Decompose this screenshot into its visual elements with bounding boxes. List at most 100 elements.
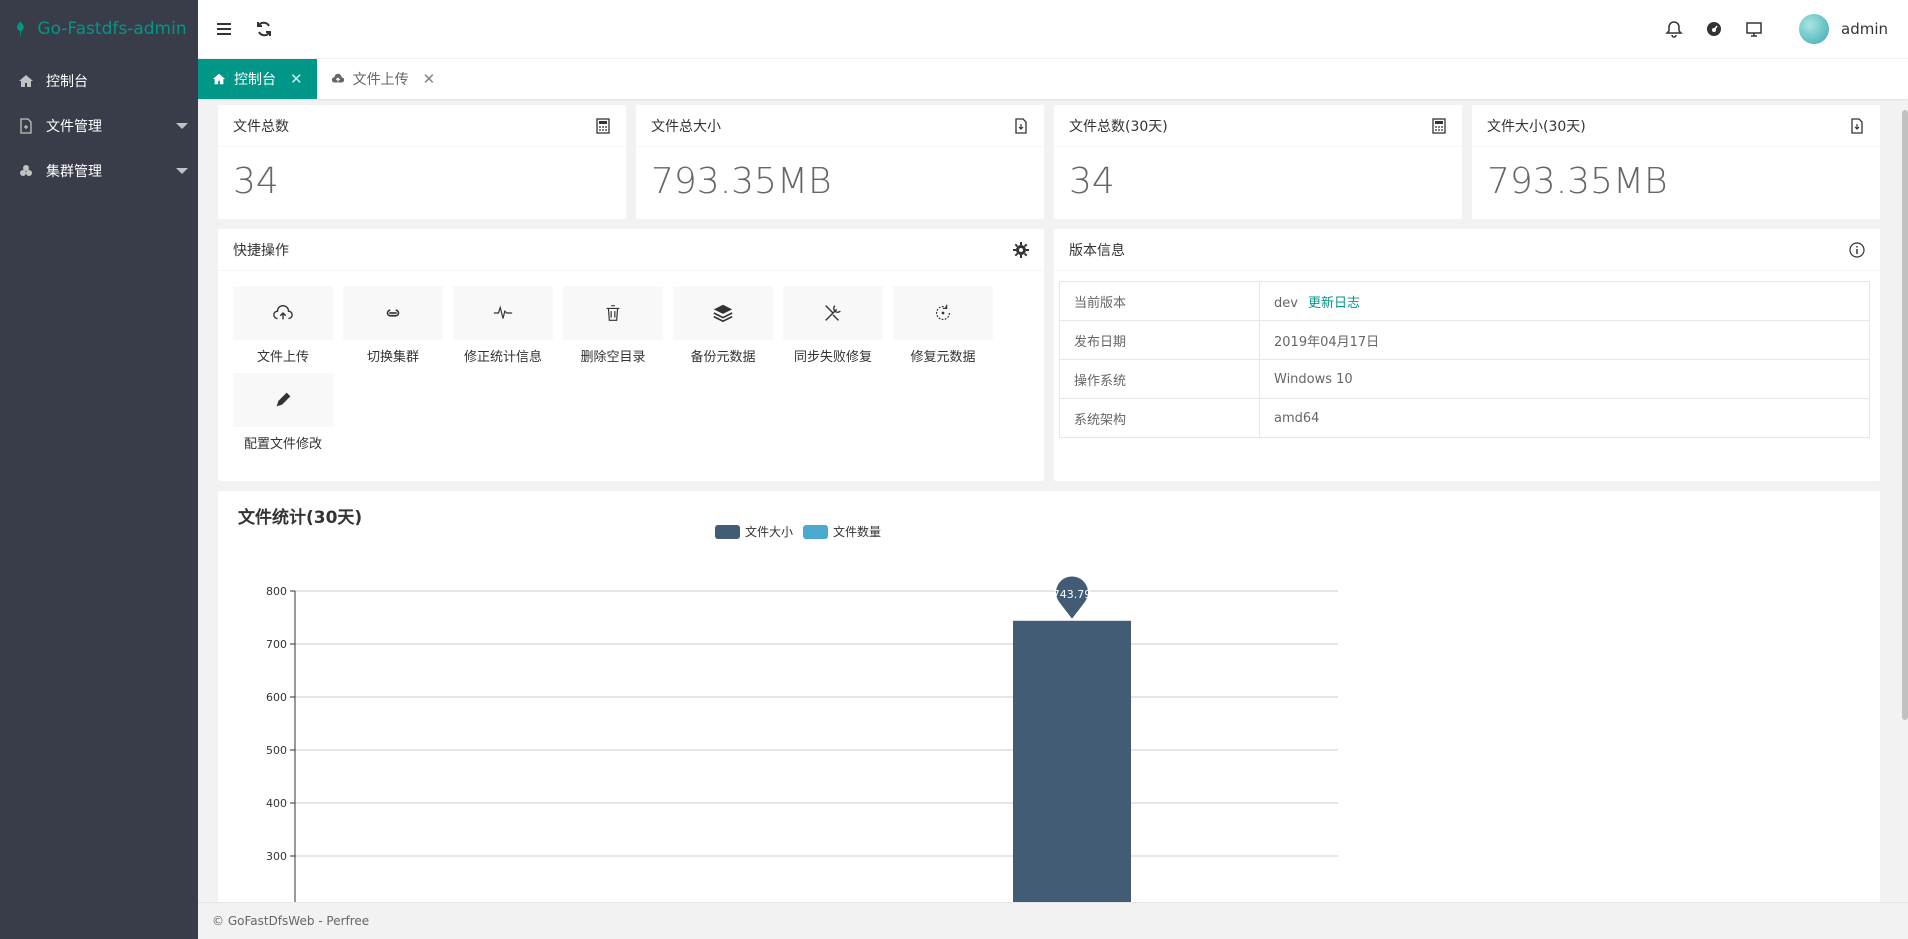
y-tick-label: 500 bbox=[266, 744, 287, 757]
main-content: 文件总数 34 文件总大小 793.35MB 文件总数(30天) 34 文件大小… bbox=[198, 99, 1908, 902]
edit-icon bbox=[276, 392, 291, 407]
quick-action-label: 修正统计信息 bbox=[463, 350, 542, 365]
trash-icon bbox=[606, 305, 620, 321]
tab-label: 文件上传 bbox=[352, 72, 409, 88]
stat-value: 793.35MB bbox=[651, 161, 832, 202]
stat-card-size-30d: 文件大小(30天) 793.35MB bbox=[1472, 105, 1880, 219]
version-value: dev bbox=[1274, 295, 1298, 311]
version-info-title: 版本信息 bbox=[1069, 242, 1125, 259]
quick-actions-title: 快捷操作 bbox=[233, 242, 289, 259]
user-menu[interactable]: admin bbox=[1799, 0, 1888, 58]
pulse-icon bbox=[493, 305, 513, 319]
y-tick-label: 600 bbox=[266, 691, 287, 704]
fullscreen-button[interactable] bbox=[1734, 0, 1774, 58]
version-value-cell: dev 更新日志 bbox=[1259, 281, 1870, 321]
version-value: amd64 bbox=[1259, 398, 1870, 438]
bell-icon bbox=[1665, 21, 1683, 38]
menu-toggle-button[interactable] bbox=[204, 0, 244, 58]
dashboard-icon bbox=[1707, 22, 1721, 36]
stat-label: 文件总大小 bbox=[651, 118, 721, 135]
monitor-icon bbox=[1746, 22, 1762, 37]
bar-file-size bbox=[1013, 620, 1131, 902]
y-tick-label: 800 bbox=[266, 585, 287, 598]
stat-card-total-size: 文件总大小 793.35MB bbox=[636, 105, 1044, 219]
sidebar-item-label: 控制台 bbox=[46, 73, 88, 90]
version-key: 当前版本 bbox=[1059, 281, 1260, 321]
footer-text: © GoFastDfsWeb - Perfree bbox=[212, 914, 370, 928]
sidebar-item-label: 集群管理 bbox=[46, 163, 102, 180]
stat-value: 34 bbox=[233, 161, 279, 202]
calculator-icon bbox=[596, 117, 610, 134]
sidebar-item-cluster-management[interactable]: 集群管理 bbox=[0, 148, 198, 193]
changelog-link[interactable]: 更新日志 bbox=[1308, 296, 1360, 311]
quick-action-repair-metadata[interactable]: 修复元数据 bbox=[893, 286, 993, 365]
stat-value: 34 bbox=[1069, 161, 1115, 202]
sidebar-item-dashboard[interactable]: 控制台 bbox=[0, 58, 198, 103]
quick-action-label: 备份元数据 bbox=[690, 350, 756, 365]
quick-action-label: 文件上传 bbox=[256, 350, 309, 365]
quick-action-delete-empty-dir[interactable]: 删除空目录 bbox=[563, 286, 663, 365]
version-key: 操作系统 bbox=[1059, 359, 1260, 399]
version-info-card: 版本信息 当前版本 dev 更新日志 发布日期 2019年04月17日 操作系统 … bbox=[1054, 229, 1880, 481]
quick-action-label: 同步失败修复 bbox=[793, 350, 872, 365]
sidebar-item-file-management[interactable]: 文件管理 bbox=[0, 103, 198, 148]
table-row: 操作系统 Windows 10 bbox=[1059, 359, 1870, 399]
version-key: 系统架构 bbox=[1059, 398, 1260, 438]
y-tick-label: 300 bbox=[266, 850, 287, 863]
quick-action-sync-repair[interactable]: 同步失败修复 bbox=[783, 286, 883, 365]
cloud-upload-icon bbox=[273, 305, 293, 320]
tools-icon bbox=[825, 305, 841, 321]
avatar bbox=[1799, 14, 1829, 44]
quick-action-label: 切换集群 bbox=[366, 350, 419, 365]
home-icon bbox=[18, 73, 34, 89]
home-icon bbox=[212, 73, 226, 85]
quick-action-file-upload[interactable]: 文件上传 bbox=[233, 286, 333, 365]
version-value: Windows 10 bbox=[1259, 359, 1870, 399]
stat-label: 文件总数(30天) bbox=[1069, 118, 1168, 135]
app-title: Go-Fastdfs-admin bbox=[37, 19, 187, 39]
y-tick-label: 700 bbox=[266, 638, 287, 651]
quick-actions-card: 快捷操作 文件上传 切换集群 修正统计信息 删除空目录 备份元数据 同步失败修复… bbox=[218, 229, 1044, 481]
tab-dashboard[interactable]: 控制台 ✕ bbox=[198, 59, 317, 99]
quick-action-switch-cluster[interactable]: 切换集群 bbox=[343, 286, 443, 365]
layers-icon bbox=[713, 304, 733, 323]
info-icon bbox=[1849, 241, 1865, 258]
refresh-button[interactable] bbox=[244, 0, 284, 58]
table-row: 系统架构 amd64 bbox=[1059, 398, 1870, 438]
file-stats-chart-card: 文件统计(30天) 文件大小 文件数量 800 700 600 500 400 300 74… bbox=[218, 491, 1880, 902]
sidebar-item-label: 文件管理 bbox=[46, 118, 102, 135]
close-icon[interactable]: ✕ bbox=[423, 70, 436, 88]
quick-action-label: 删除空目录 bbox=[580, 350, 646, 365]
version-table: 当前版本 dev 更新日志 发布日期 2019年04月17日 操作系统 Windo… bbox=[1059, 281, 1870, 438]
notification-button[interactable] bbox=[1654, 0, 1694, 58]
gear-icon[interactable] bbox=[1013, 241, 1029, 258]
stat-label: 文件大小(30天) bbox=[1487, 118, 1586, 135]
leaf-icon bbox=[17, 21, 25, 37]
file-size-icon bbox=[1015, 117, 1027, 134]
logo[interactable]: Go-Fastdfs-admin bbox=[0, 0, 198, 58]
refresh-icon bbox=[257, 21, 271, 37]
chevron-down-icon bbox=[176, 123, 188, 129]
version-key: 发布日期 bbox=[1059, 320, 1260, 360]
file-size-icon bbox=[1851, 117, 1863, 134]
scrollbar[interactable] bbox=[1902, 110, 1908, 720]
username: admin bbox=[1841, 20, 1888, 38]
top-header: admin bbox=[198, 0, 1908, 59]
theme-button[interactable] bbox=[1694, 0, 1734, 58]
markpoint-label: 743.79 bbox=[1053, 588, 1092, 601]
table-row: 当前版本 dev 更新日志 bbox=[1059, 281, 1870, 321]
quick-action-edit-config[interactable]: 配置文件修改 bbox=[233, 373, 333, 452]
tab-label: 控制台 bbox=[234, 72, 276, 88]
cluster-icon bbox=[18, 163, 34, 179]
tab-file-upload[interactable]: 文件上传 ✕ bbox=[317, 59, 450, 99]
quick-action-fix-stats[interactable]: 修正统计信息 bbox=[453, 286, 553, 365]
chevron-down-icon bbox=[176, 168, 188, 174]
quick-action-backup-metadata[interactable]: 备份元数据 bbox=[673, 286, 773, 365]
version-value: 2019年04月17日 bbox=[1259, 320, 1870, 360]
stat-value: 793.35MB bbox=[1487, 161, 1668, 202]
bar-chart: 800 700 600 500 400 300 743.79 bbox=[266, 576, 1338, 902]
cloud-upload-icon bbox=[331, 73, 344, 83]
stat-card-total-files: 文件总数 34 bbox=[218, 105, 626, 219]
close-icon[interactable]: ✕ bbox=[290, 70, 303, 88]
sidebar: Go-Fastdfs-admin 控制台 文件管理 集群管理 bbox=[0, 0, 198, 939]
